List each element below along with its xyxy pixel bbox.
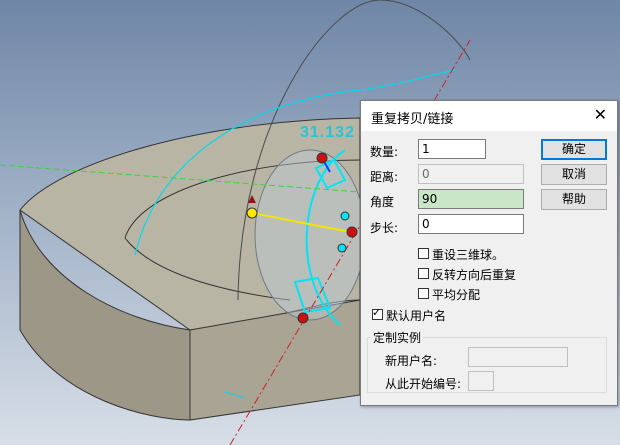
custom-instance-label: 定制实例 [371, 329, 424, 346]
distance-label: 距离: [370, 170, 399, 184]
cancel-button[interactable]: 取消 [541, 164, 607, 185]
help-button[interactable]: 帮助 [541, 189, 607, 210]
repeat-copy-dialog: 重复拷贝/链接 ✕ 数量: 1 距离: 0 角度 90 步长: 0 确定 取消 … [360, 100, 618, 406]
distance-input[interactable]: 0 [418, 164, 524, 184]
cyan-handle-point[interactable] [340, 211, 350, 221]
count-input[interactable]: 1 [418, 139, 486, 159]
reset-triball-checkbox[interactable] [418, 248, 429, 259]
step-input[interactable]: 0 [418, 214, 524, 234]
count-label: 数量: [370, 145, 399, 159]
new-name-input[interactable] [468, 347, 568, 367]
distribute-evenly-checkbox[interactable] [418, 288, 429, 299]
yellow-handle-point[interactable] [246, 207, 258, 219]
distribute-evenly-label: 平均分配 [432, 288, 481, 302]
step-label: 步长: [370, 221, 399, 235]
reset-triball-label: 重设三维球。 [432, 248, 505, 262]
red-handle-point-center[interactable] [346, 226, 358, 238]
reverse-direction-checkbox[interactable] [418, 268, 429, 279]
dialog-titlebar[interactable]: 重复拷贝/链接 ✕ [361, 101, 617, 131]
default-name-checkbox[interactable] [372, 306, 383, 320]
red-handle-point-top[interactable] [316, 152, 328, 164]
angle-label: 角度 [370, 195, 395, 209]
dialog-title: 重复拷贝/链接 [371, 112, 454, 127]
start-number-label: 从此开始编号: [385, 377, 462, 391]
angle-input[interactable]: 90 [418, 189, 524, 209]
red-handle-point-bottom[interactable] [297, 312, 309, 324]
cyan-handle-point-lower[interactable] [337, 243, 347, 253]
dimension-label: 31.132 [300, 124, 355, 141]
ok-button[interactable]: 确定 [541, 139, 607, 160]
close-icon[interactable]: ✕ [594, 105, 607, 124]
new-name-label: 新用户名: [385, 354, 438, 368]
default-name-label: 默认用户名 [386, 309, 447, 323]
reverse-direction-label: 反转方向后重复 [432, 268, 517, 282]
start-number-input[interactable] [468, 371, 494, 391]
